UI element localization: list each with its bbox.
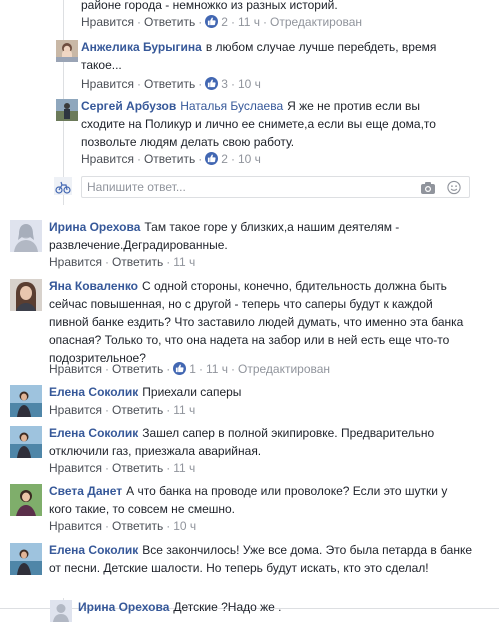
comment-c2-actions: Нравится · Ответить · 2 · 10 ч — [81, 152, 261, 166]
profile-avatar-icon — [10, 385, 42, 417]
like-link[interactable]: Нравится — [81, 15, 134, 29]
reply-input-box[interactable] — [81, 176, 470, 198]
reply-link[interactable]: Ответить — [112, 403, 163, 417]
comment-c1-actions: Нравится · Ответить · 3 · 10 ч — [81, 77, 261, 91]
comment-author[interactable]: Яна Коваленко — [49, 279, 138, 293]
avatar[interactable] — [10, 484, 42, 516]
like-link[interactable]: Нравится — [81, 152, 134, 166]
avatar[interactable] — [10, 279, 42, 311]
timestamp[interactable]: 11 ч — [173, 403, 195, 417]
comment-c5-text: Елена Соколик Приехали саперы — [49, 385, 242, 399]
avatar[interactable] — [10, 385, 42, 417]
reply-link[interactable]: Ответить — [112, 255, 163, 269]
comment-c0-actions: Нравится · Ответить · 2 · 11 ч · Отредактирован — [81, 15, 363, 29]
avatar[interactable] — [50, 600, 72, 622]
profile-avatar-icon — [54, 177, 72, 195]
smiley-icon[interactable] — [446, 180, 462, 195]
comment-c8-text: Елена Соколик Все закончилось! Уже все до… — [49, 543, 472, 575]
like-link[interactable]: Нравится — [81, 77, 134, 91]
timestamp[interactable]: 10 ч — [173, 519, 196, 533]
comment-author[interactable]: Анжелика Бурыгина — [81, 40, 202, 54]
like-count[interactable]: 2 — [221, 15, 228, 29]
comment-author[interactable]: Ирина Орехова — [49, 220, 140, 234]
profile-avatar-icon — [50, 600, 72, 622]
comment-author[interactable]: Сергей Арбузов — [81, 99, 176, 113]
comment-author[interactable]: Ирина Орехова — [78, 600, 169, 614]
like-icon — [205, 15, 219, 28]
like-link[interactable]: Нравится — [49, 461, 102, 475]
profile-avatar-icon — [10, 484, 42, 516]
like-link[interactable]: Нравится — [49, 255, 102, 269]
like-link[interactable]: Нравится — [49, 362, 102, 376]
reply-link[interactable]: Ответить — [144, 77, 195, 91]
avatar[interactable] — [10, 426, 42, 458]
profile-avatar-icon — [56, 40, 78, 62]
avatar[interactable] — [10, 220, 42, 252]
like-icon — [205, 152, 219, 165]
reply-link[interactable]: Ответить — [112, 519, 163, 533]
comment-c3-actions: Нравится · Ответить · 11 ч — [49, 255, 196, 269]
profile-avatar-icon — [56, 99, 78, 121]
reply-input[interactable] — [87, 179, 387, 195]
like-link[interactable]: Нравится — [49, 403, 102, 417]
profile-avatar-icon — [10, 279, 42, 311]
comment-c4-actions: Нравится · Ответить · 1 · 11 ч · Отредактирован — [49, 362, 331, 376]
like-icon — [205, 77, 219, 90]
like-icon — [173, 362, 187, 375]
comment-c4-text: Яна Коваленко С одной стороны, конечно, б… — [49, 279, 464, 365]
comment-author[interactable]: Елена Соколик — [49, 426, 138, 440]
camera-icon[interactable] — [420, 180, 436, 195]
like-count[interactable]: 3 — [221, 77, 228, 91]
like-count[interactable]: 1 — [189, 362, 196, 376]
timestamp[interactable]: 10 ч — [238, 77, 261, 91]
edited-label[interactable]: Отредактирован — [270, 15, 362, 29]
timestamp[interactable]: 11 ч — [206, 362, 228, 376]
comment-c6-actions: Нравится · Ответить · 11 ч — [49, 461, 196, 475]
current-user-avatar[interactable] — [54, 177, 72, 195]
timestamp[interactable]: 11 ч — [173, 461, 195, 475]
profile-avatar-icon — [10, 220, 42, 252]
reply-link[interactable]: Ответить — [112, 362, 163, 376]
comment-c1-text: Анжелика Бурыгина в любом случае лучше пе… — [81, 40, 437, 72]
mention-link[interactable]: Наталья Буслаева — [180, 99, 283, 113]
reply-link[interactable]: Ответить — [112, 461, 163, 475]
reply-link[interactable]: Ответить — [144, 15, 195, 29]
timestamp[interactable]: 11 ч — [173, 255, 195, 269]
profile-avatar-icon — [10, 543, 42, 575]
timestamp[interactable]: 10 ч — [238, 152, 261, 166]
comment-c2-text: Сергей Арбузов Наталья Буслаева Я же не пр… — [81, 99, 436, 149]
avatar[interactable] — [56, 40, 78, 62]
like-count[interactable]: 2 — [221, 152, 228, 166]
comment-author[interactable]: Елена Соколик — [49, 543, 138, 557]
comment-c9-text: Ирина Орехова Детские ?Надо же . — [78, 600, 282, 614]
avatar[interactable] — [10, 543, 42, 575]
comment-c7-text: Света Данет А что банка на проводе или пр… — [49, 484, 448, 516]
avatar[interactable] — [56, 99, 78, 121]
like-link[interactable]: Нравится — [49, 519, 102, 533]
comment-author[interactable]: Елена Соколик — [49, 385, 138, 399]
comment-c7-actions: Нравится · Ответить · 10 ч — [49, 519, 197, 533]
comment-c6-text: Елена Соколик Зашел сапер в полной экипир… — [49, 426, 435, 458]
profile-avatar-icon — [10, 426, 42, 458]
comment-c0-text: районе города - немножко из разных истор… — [81, 0, 338, 12]
comment-author[interactable]: Света Данет — [49, 484, 122, 498]
edited-label[interactable]: Отредактирован — [238, 362, 330, 376]
timestamp[interactable]: 11 ч — [238, 15, 260, 29]
comment-c3-text: Ирина Орехова Там такое горе у близких,а … — [49, 220, 400, 252]
comment-c5-actions: Нравится · Ответить · 11 ч — [49, 403, 196, 417]
reply-link[interactable]: Ответить — [144, 152, 195, 166]
